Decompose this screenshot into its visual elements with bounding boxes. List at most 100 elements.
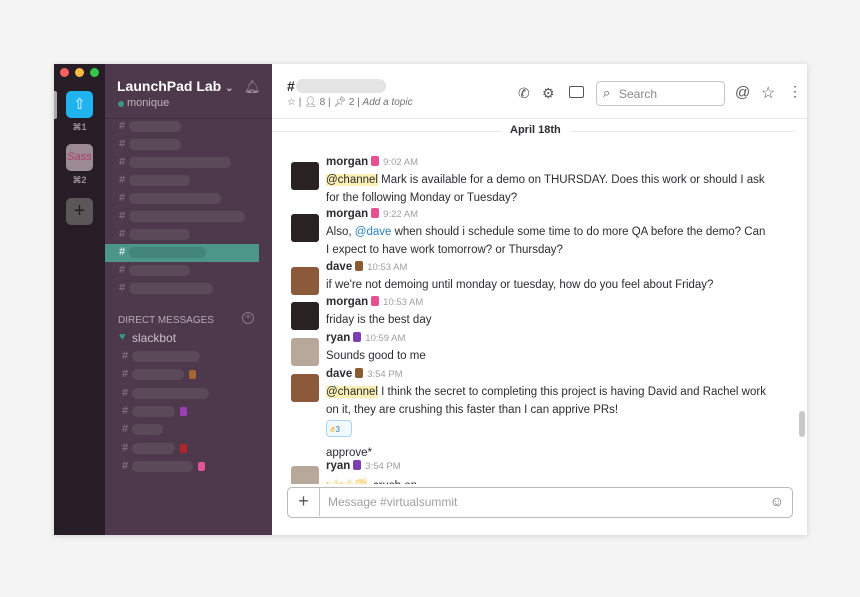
presence-icon [118, 101, 124, 107]
avatar[interactable] [291, 466, 319, 484]
avatar[interactable] [291, 374, 319, 402]
sidebar-channel[interactable]: # [105, 262, 272, 280]
sidebar-channel[interactable]: # [105, 226, 272, 244]
channel-name-redacted [129, 175, 190, 186]
status-emoji-icon [353, 332, 362, 342]
status-emoji-icon [180, 406, 187, 416]
team-shortcut: ⌘1 [72, 122, 87, 132]
sidebar-channel[interactable]: # [105, 154, 272, 172]
dm-name-redacted [132, 369, 184, 381]
avatar[interactable] [291, 162, 319, 190]
sidebar-channel[interactable]: # [105, 118, 272, 136]
dm-item[interactable]: # [105, 440, 272, 458]
hash-icon: # [119, 120, 126, 132]
username: monique [127, 97, 170, 109]
message-input[interactable]: Message #virtualsummit [328, 495, 457, 509]
dm-item[interactable]: # [105, 458, 272, 476]
add-team-button[interactable]: + [66, 198, 93, 225]
dm-item[interactable]: # [105, 385, 272, 403]
timestamp[interactable]: 10:53 AM [383, 297, 423, 308]
sidebar-channel[interactable]: # [105, 136, 272, 154]
close-window-button[interactable] [60, 68, 69, 77]
dm-item[interactable]: # [105, 421, 272, 439]
reaction-count: 3 [335, 425, 340, 434]
author-name[interactable]: morgan [326, 296, 368, 308]
mention[interactable]: @dave [355, 226, 392, 238]
message-text: Sounds good to me [326, 350, 426, 362]
dm-item[interactable]: # [105, 348, 272, 366]
dm-item[interactable]: # [105, 403, 272, 421]
status-emoji-icon [198, 461, 205, 471]
sidebar-channel[interactable]: # [105, 208, 272, 226]
message-composer[interactable]: + Message #virtualsummit ☺ [287, 487, 793, 518]
hash-icon: # [122, 350, 129, 362]
channel-name-redacted [129, 139, 181, 150]
author-name[interactable]: ryan [326, 332, 350, 344]
hash-icon: # [119, 246, 126, 258]
attach-plus-button[interactable]: + [288, 488, 320, 516]
status-emoji-icon [371, 208, 380, 218]
channel-name-redacted [129, 157, 231, 168]
message-text: if we're not demoing until monday or tue… [326, 279, 714, 291]
channel-name-redacted [129, 193, 221, 204]
avatar[interactable] [291, 214, 319, 242]
hash-icon: # [122, 441, 129, 454]
message-text: I think the secret to completing this pr… [326, 386, 766, 416]
sidebar-channel[interactable]: # [105, 244, 259, 262]
status-emoji-icon [371, 296, 380, 306]
reaction-muscle[interactable]: ✊︎3 [326, 420, 352, 437]
author-name[interactable]: morgan [326, 208, 368, 220]
author-name[interactable]: ryan [326, 460, 350, 472]
dm-item[interactable]: # [105, 366, 272, 384]
status-emoji-icon [180, 443, 187, 453]
author-name[interactable]: dave [326, 261, 352, 273]
dm-name-redacted [132, 351, 200, 362]
timestamp[interactable]: 3:54 PM [367, 369, 402, 380]
dm-name-redacted [132, 442, 175, 454]
timestamp[interactable]: 10:59 AM [365, 333, 405, 344]
hash-icon: # [119, 192, 126, 204]
channel-name-redacted [129, 265, 190, 276]
status-emoji-icon [355, 368, 364, 378]
dm-slackbot[interactable]: slackbot [132, 331, 176, 345]
author-name[interactable]: dave [326, 368, 352, 380]
team-shortcut: ⌘2 [72, 175, 87, 185]
maximize-window-button[interactable] [90, 68, 99, 77]
mention[interactable]: @channel [326, 174, 378, 186]
slack-window: ⇧ ⌘1 Sass ⌘2 + LaunchPad Lab ⌄ 🔔︎ moniqu… [54, 64, 807, 535]
avatar[interactable] [291, 302, 319, 330]
team-name[interactable]: LaunchPad Lab ⌄ [117, 78, 234, 94]
hash-icon: # [119, 156, 126, 168]
channel-name-redacted [129, 283, 213, 294]
avatar[interactable] [291, 338, 319, 366]
timestamp[interactable]: 9:02 AM [383, 157, 418, 168]
bell-icon[interactable]: 🔔︎ [244, 79, 261, 95]
timestamp[interactable]: 10:53 AM [367, 262, 407, 273]
chevron-down-icon: ⌄ [225, 83, 234, 94]
team-sass-logo-icon[interactable]: Sass [66, 144, 93, 171]
avatar[interactable] [291, 267, 319, 295]
mention[interactable]: @channel [326, 386, 378, 398]
channel-name-redacted [129, 211, 245, 222]
sidebar-channel[interactable]: # [105, 172, 272, 190]
timestamp[interactable]: 9:22 AM [383, 209, 418, 220]
direct-messages-header[interactable]: DIRECT MESSAGES [118, 315, 214, 326]
thumbs-up-clap-emoji-icon: 👍︎👍︎👏︎ [326, 477, 370, 484]
team-name-label: LaunchPad Lab [117, 78, 222, 94]
author-name[interactable]: morgan [326, 156, 368, 168]
minimize-window-button[interactable] [75, 68, 84, 77]
hash-icon: # [122, 386, 129, 399]
hash-icon: # [122, 423, 129, 436]
team-launchpad-rocket-icon[interactable]: ⇧ [66, 91, 93, 118]
timestamp[interactable]: 3:54 PM [365, 461, 400, 472]
sidebar-channel[interactable]: # [105, 190, 272, 208]
add-dm-button[interactable]: + [242, 312, 254, 324]
emoji-icon[interactable]: ☺ [770, 493, 784, 509]
message-text: when should i schedule some time to do m… [326, 226, 766, 256]
message-text: Also, [326, 226, 355, 238]
active-team-indicator [54, 91, 57, 119]
status-emoji-icon [355, 261, 364, 271]
hash-icon: # [122, 404, 129, 417]
sidebar-channel[interactable]: # [105, 280, 272, 298]
hash-icon: # [119, 264, 126, 276]
